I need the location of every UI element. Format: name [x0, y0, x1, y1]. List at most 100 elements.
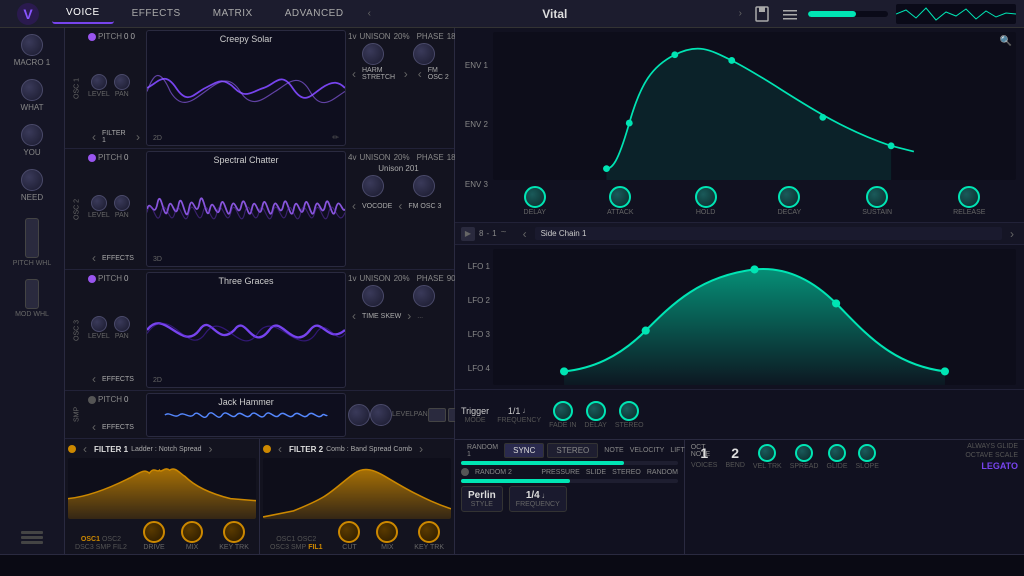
osc1-harm-next[interactable]: ›	[400, 67, 412, 81]
lfo-viz[interactable]	[493, 249, 1016, 385]
osc1-harm-prev[interactable]: ‹	[348, 67, 360, 81]
smp-effects-prev[interactable]: ‹	[88, 420, 100, 434]
osc1-waveform[interactable]: Creepy Solar 2D ✏	[146, 30, 346, 146]
filter2-mix-knob[interactable]	[376, 521, 398, 543]
voice-glide-knob[interactable]	[828, 444, 846, 462]
env-release-knob[interactable]	[958, 186, 980, 208]
osc2-pan-knob[interactable]	[114, 195, 130, 211]
rand1-sync-btn[interactable]: SYNC	[504, 443, 544, 458]
env-attack-knob[interactable]	[609, 186, 631, 208]
nav-next-arrow[interactable]: ›	[733, 8, 748, 19]
smp-active-dot[interactable]	[88, 396, 96, 404]
smp-knob2[interactable]	[370, 404, 392, 426]
osc3-tskew-prev[interactable]: ‹	[348, 309, 360, 323]
filter1-src-fil2[interactable]: FIL2	[113, 544, 127, 551]
osc1-filter-prev[interactable]: ‹	[88, 130, 100, 144]
filter2-keytrk-knob[interactable]	[418, 521, 440, 543]
env-delay-knob[interactable]	[524, 186, 546, 208]
osc3-tskew-next[interactable]: ›	[403, 309, 415, 323]
filter2-src-osc3[interactable]: OSC3	[270, 544, 289, 551]
env-sustain-knob[interactable]	[866, 186, 888, 208]
perlin-box[interactable]: Perlin STYLE	[461, 486, 503, 512]
osc2-level-knob[interactable]	[91, 195, 107, 211]
save-icon[interactable]	[752, 4, 772, 24]
macro4-knob[interactable]	[21, 169, 43, 191]
lfo-play-icon[interactable]: ▶	[461, 227, 475, 241]
osc3-effects-prev[interactable]: ‹	[88, 372, 100, 386]
filter2-src-osc2[interactable]: OSC2	[297, 536, 316, 543]
filter1-drive-knob[interactable]	[143, 521, 165, 543]
env-viz[interactable]: 🔍	[493, 32, 1016, 180]
filter1-mix-knob[interactable]	[181, 521, 203, 543]
menu-icon[interactable]	[780, 4, 800, 24]
progress-bar[interactable]	[808, 11, 888, 17]
osc3-active-dot[interactable]	[88, 275, 96, 283]
macro1-knob[interactable]	[21, 34, 43, 56]
osc1-active-dot[interactable]	[88, 33, 96, 41]
rand1-slider[interactable]	[461, 461, 678, 465]
osc2-fm-prev[interactable]: ‹	[394, 199, 406, 213]
filter2-prev[interactable]: ‹	[274, 442, 286, 456]
lfo-delay-knob[interactable]	[586, 401, 606, 421]
voice-spread-knob[interactable]	[795, 444, 813, 462]
env-hold-knob[interactable]	[695, 186, 717, 208]
filter1-src-osc3[interactable]: DSC3	[75, 544, 94, 551]
tab-advanced[interactable]: ADVANCED	[271, 4, 358, 23]
filter2-viz[interactable]	[263, 458, 451, 519]
filter1-next[interactable]: ›	[205, 442, 217, 456]
osc3-pan-knob[interactable]	[114, 316, 130, 332]
osc1-fm-prev[interactable]: ‹	[414, 67, 426, 81]
tab-voice[interactable]: VOICE	[52, 3, 114, 24]
smp-btn1[interactable]	[428, 408, 446, 422]
osc2-vocode-prev[interactable]: ‹	[348, 199, 360, 213]
filter2-next[interactable]: ›	[415, 442, 427, 456]
logo-icon[interactable]: V	[17, 3, 39, 25]
rand1-stereo-btn[interactable]: STEREO	[547, 443, 598, 458]
filter2-src-osc1[interactable]: OSC1	[276, 536, 295, 543]
rand2-slider[interactable]	[461, 479, 678, 483]
pitch-wheel[interactable]	[25, 218, 39, 258]
filter2-cut-knob[interactable]	[338, 521, 360, 543]
osc2-phase-knob[interactable]	[413, 175, 435, 197]
smp-knob1[interactable]	[348, 404, 370, 426]
macro3-knob[interactable]	[21, 124, 43, 146]
osc2-uni-knob[interactable]	[362, 175, 384, 197]
osc1-pan-knob[interactable]	[114, 74, 130, 90]
lfo-fadein-knob[interactable]	[553, 401, 573, 421]
voice-veltrk-knob[interactable]	[758, 444, 776, 462]
env-search-icon[interactable]: 🔍	[1000, 36, 1012, 47]
mod-wheel[interactable]	[25, 279, 39, 309]
lfo-next[interactable]: ›	[1006, 227, 1018, 241]
lfo-wave-icon[interactable]: ~	[501, 227, 515, 241]
filter1-keytrk-knob[interactable]	[223, 521, 245, 543]
tab-effects[interactable]: EFFECTS	[118, 4, 195, 23]
osc3-level-knob[interactable]	[91, 316, 107, 332]
osc2-active-dot[interactable]	[88, 154, 96, 162]
lfo-sidechain-display[interactable]: Side Chain 1	[535, 227, 1002, 240]
osc1-phase-knob[interactable]	[413, 43, 435, 65]
filter1-prev[interactable]: ‹	[79, 442, 91, 456]
filter1-viz[interactable]	[68, 458, 256, 519]
osc2-effects-prev[interactable]: ‹	[88, 251, 100, 265]
osc3-uni-knob[interactable]	[362, 285, 384, 307]
smp-waveform[interactable]: Jack Hammer	[146, 393, 346, 437]
filter2-dot[interactable]	[263, 445, 271, 453]
nav-prev-arrow[interactable]: ‹	[362, 8, 377, 19]
tab-matrix[interactable]: MATRIX	[199, 4, 267, 23]
filter2-src-smp[interactable]: SMP	[291, 544, 306, 551]
macro2-knob[interactable]	[21, 79, 43, 101]
osc3-phase-knob[interactable]	[413, 285, 435, 307]
osc2-waveform[interactable]: Spectral Chatter 3D	[146, 151, 346, 267]
lfo-prev[interactable]: ‹	[519, 227, 531, 241]
bars-icon[interactable]	[21, 531, 43, 548]
rand2-dot[interactable]	[461, 468, 469, 476]
filter2-src-fil1[interactable]: FIL1	[308, 544, 322, 551]
osc3-waveform[interactable]: Three Graces 2D	[146, 272, 346, 388]
osc1-filter-next[interactable]: ›	[132, 130, 144, 144]
osc1-uni-knob[interactable]	[362, 43, 384, 65]
osc1-level-knob[interactable]	[91, 74, 107, 90]
legato-label[interactable]: LEGATO	[981, 461, 1018, 471]
filter1-src-osc2[interactable]: OSC2	[102, 536, 121, 543]
filter1-src-smp[interactable]: SMP	[96, 544, 111, 551]
rand-freq-box[interactable]: 1/4 ♩ FREQUENCY	[509, 486, 567, 512]
